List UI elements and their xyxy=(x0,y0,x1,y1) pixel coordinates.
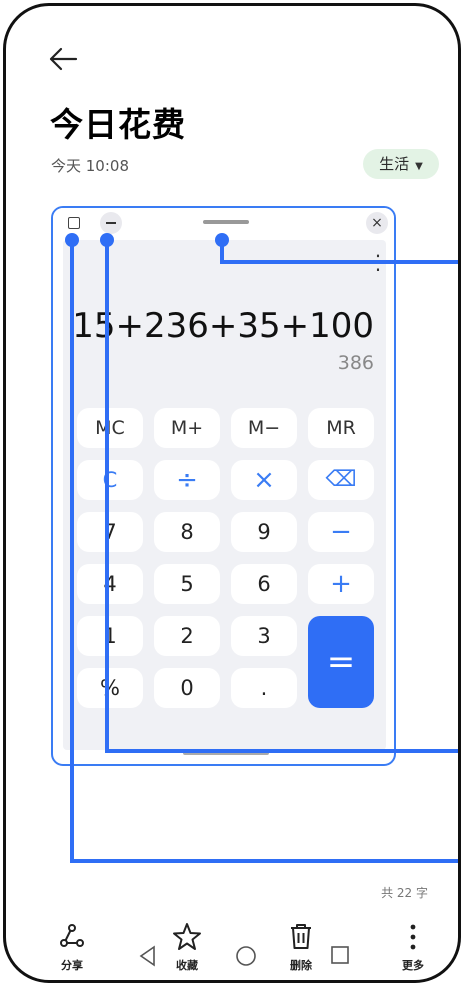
favorite-button[interactable]: 收藏 xyxy=(157,921,217,973)
delete-button[interactable]: 删除 xyxy=(271,921,331,973)
key-divide[interactable]: ÷ xyxy=(154,460,220,500)
callout-line xyxy=(70,859,458,863)
callout-line xyxy=(105,239,109,753)
share-label: 分享 xyxy=(61,959,83,972)
share-icon xyxy=(60,924,84,947)
key-plus[interactable]: + xyxy=(308,564,374,604)
category-dropdown[interactable]: 生活 ▼ xyxy=(363,149,439,179)
character-count: 共 22 字 xyxy=(381,886,428,900)
key-3[interactable]: 3 xyxy=(231,616,297,656)
drag-handle[interactable] xyxy=(203,220,249,224)
nav-back-icon[interactable] xyxy=(138,945,158,967)
phone-frame: 今日花费 今天 10:08 生活▼ × ⋮ 15+236+35+100 386 … xyxy=(3,3,461,983)
calculator-app: ⋮ 15+236+35+100 386 MC M+ M− MR C ÷ × ⌫ … xyxy=(63,240,388,750)
key-multiply[interactable]: × xyxy=(231,460,297,500)
delete-label: 删除 xyxy=(290,959,312,972)
minimize-icon[interactable] xyxy=(100,212,122,234)
callout-line xyxy=(220,260,458,264)
key-1[interactable]: 1 xyxy=(77,616,143,656)
key-dot[interactable]: . xyxy=(231,668,297,708)
key-equals[interactable]: = xyxy=(308,616,374,708)
more-label: 更多 xyxy=(402,959,424,972)
more-vertical-icon xyxy=(410,924,416,950)
more-button[interactable]: 更多 xyxy=(383,921,443,973)
chevron-down-icon: ▼ xyxy=(415,161,423,172)
key-mr[interactable]: MR xyxy=(308,408,374,448)
key-9[interactable]: 9 xyxy=(231,512,297,552)
key-percent[interactable]: % xyxy=(77,668,143,708)
calculator-expression: 15+236+35+100 xyxy=(72,306,374,346)
close-icon[interactable]: × xyxy=(366,212,388,234)
page-title: 今日花费 xyxy=(50,105,186,144)
key-minus[interactable]: − xyxy=(308,512,374,552)
key-7[interactable]: 7 xyxy=(77,512,143,552)
key-m-minus[interactable]: M− xyxy=(231,408,297,448)
maximize-icon[interactable] xyxy=(68,217,80,229)
key-4[interactable]: 4 xyxy=(77,564,143,604)
category-label: 生活 xyxy=(379,155,410,173)
bottom-toolbar: 分享 收藏 删除 更多 xyxy=(6,921,458,980)
key-m-plus[interactable]: M+ xyxy=(154,408,220,448)
key-2[interactable]: 2 xyxy=(154,616,220,656)
star-icon xyxy=(173,923,201,950)
callout-line xyxy=(70,239,74,863)
share-button[interactable]: 分享 xyxy=(42,921,102,973)
key-8[interactable]: 8 xyxy=(154,512,220,552)
nav-home-icon[interactable] xyxy=(235,945,257,967)
key-mc[interactable]: MC xyxy=(77,408,143,448)
back-arrow-icon[interactable] xyxy=(48,46,78,72)
trash-icon xyxy=(291,924,311,949)
key-6[interactable]: 6 xyxy=(231,564,297,604)
favorite-label: 收藏 xyxy=(176,959,198,972)
key-5[interactable]: 5 xyxy=(154,564,220,604)
key-0[interactable]: 0 xyxy=(154,668,220,708)
note-timestamp: 今天 10:08 xyxy=(51,157,129,175)
callout-line xyxy=(105,749,458,753)
floating-window[interactable]: × ⋮ 15+236+35+100 386 MC M+ M− MR C ÷ × … xyxy=(51,206,396,766)
key-clear[interactable]: C xyxy=(77,460,143,500)
calculator-result: 386 xyxy=(337,352,374,374)
backspace-icon[interactable]: ⌫ xyxy=(308,460,374,500)
nav-recents-icon[interactable] xyxy=(330,945,350,965)
